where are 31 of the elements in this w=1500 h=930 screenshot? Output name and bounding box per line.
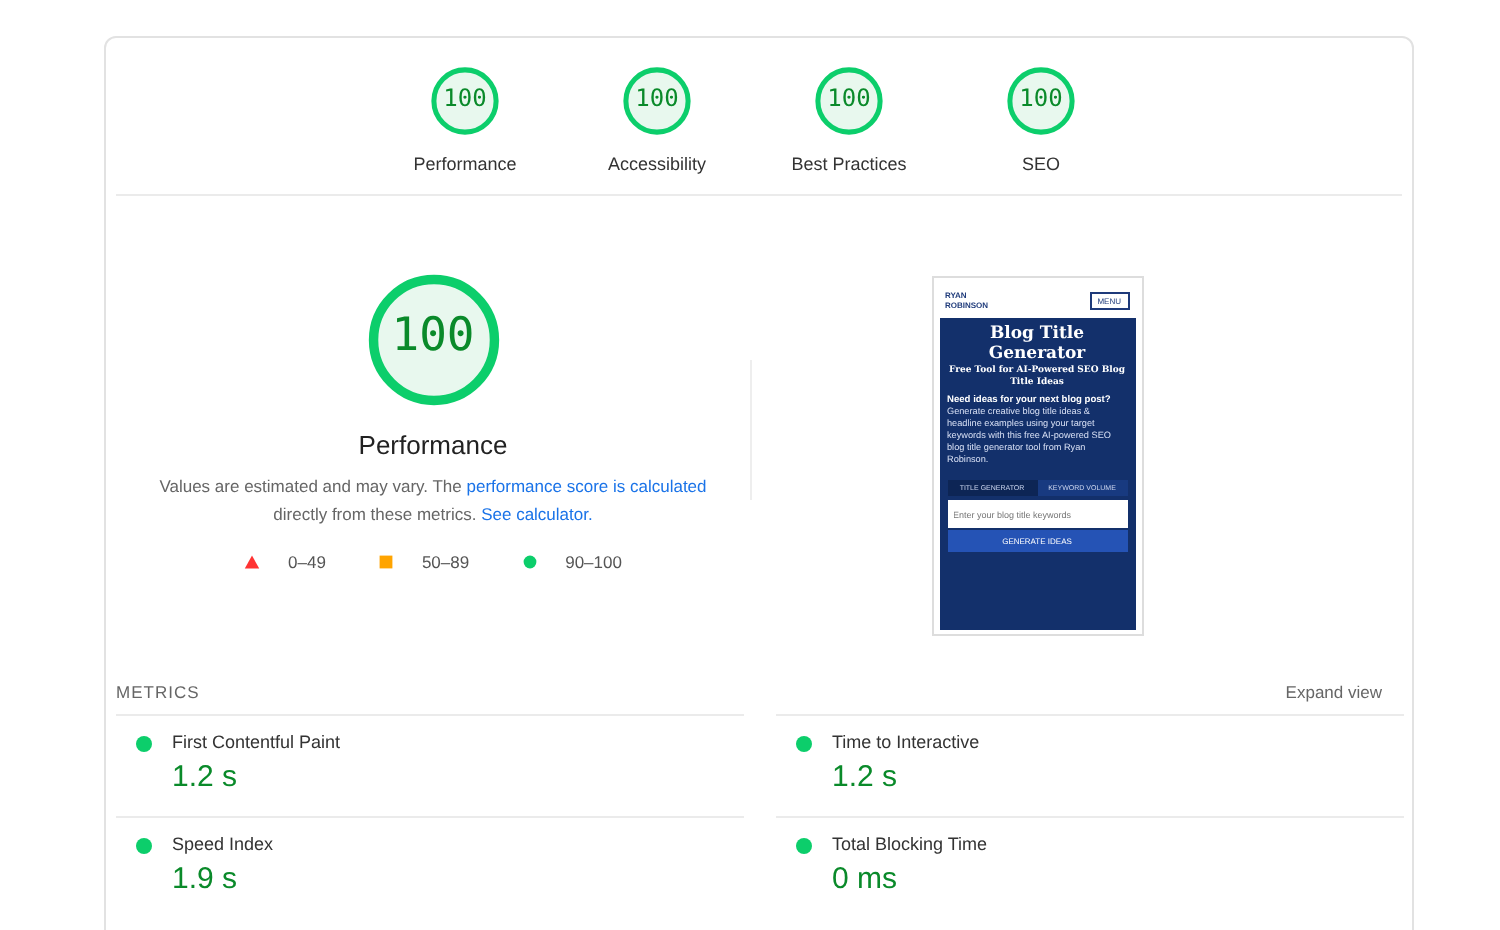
metric-value: 1.9 s bbox=[172, 862, 240, 896]
score-value: 100 bbox=[441, 84, 489, 112]
score-link[interactable]: performance score is calculated bbox=[466, 476, 707, 496]
metric-value: 1.2 s bbox=[172, 760, 240, 794]
metric-name: Speed Index bbox=[172, 834, 274, 854]
score-gauge[interactable] bbox=[623, 67, 691, 135]
metrics-heading: METRICS bbox=[116, 682, 200, 702]
metric-name: Total Blocking Time bbox=[832, 834, 988, 854]
score-gauge[interactable] bbox=[815, 67, 883, 135]
category-label[interactable]: SEO bbox=[1021, 154, 1060, 174]
score-value: 100 bbox=[633, 84, 681, 112]
metric-name: Time to Interactive bbox=[832, 732, 980, 752]
score-gauge[interactable] bbox=[431, 67, 499, 135]
score-gauge[interactable] bbox=[1007, 67, 1075, 135]
legend-range: 90–100 bbox=[565, 552, 622, 572]
category-label[interactable]: Accessibility bbox=[607, 154, 706, 174]
category-label[interactable]: Best Practices bbox=[791, 154, 907, 174]
score-value: 100 bbox=[389, 310, 477, 362]
metric-value: 0 ms bbox=[832, 862, 900, 896]
legend-range: 0–49 bbox=[288, 552, 326, 572]
description-text: Values are estimated and may vary. The performance score is calculated directly from these metrics. See calculator. bbox=[157, 474, 709, 528]
category-label[interactable]: Performance bbox=[413, 154, 517, 174]
legend-range: 50–89 bbox=[421, 552, 470, 572]
calculator-link[interactable]: See calculator. bbox=[481, 504, 593, 524]
gauge-title: Performance bbox=[358, 430, 508, 460]
score-value: 100 bbox=[825, 84, 873, 112]
expand-view-toggle[interactable]: Expand view bbox=[1285, 682, 1382, 702]
score-value: 100 bbox=[1017, 84, 1065, 112]
metric-name: First Contentful Paint bbox=[172, 732, 341, 752]
metric-value: 1.2 s bbox=[832, 760, 900, 794]
hero-heading: Blog Title Generator bbox=[986, 324, 1088, 364]
